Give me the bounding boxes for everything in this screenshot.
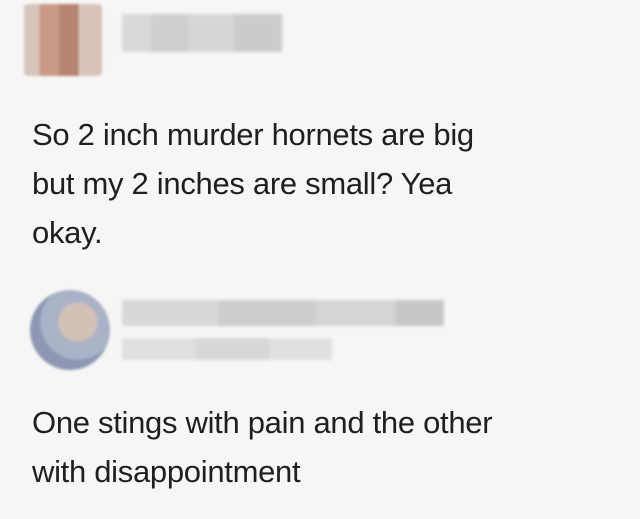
reply-username-blurred[interactable] [122,300,444,326]
social-post-screenshot: So 2 inch murder hornets are big but my … [0,0,640,519]
reply-meta-blurred [122,338,332,360]
username-blurred[interactable] [122,14,282,52]
post-text: So 2 inch murder hornets are big but my … [32,117,474,250]
reply-avatar[interactable] [30,290,110,370]
avatar[interactable] [24,4,102,76]
reply-text: One stings with pain and the other with … [32,405,493,489]
